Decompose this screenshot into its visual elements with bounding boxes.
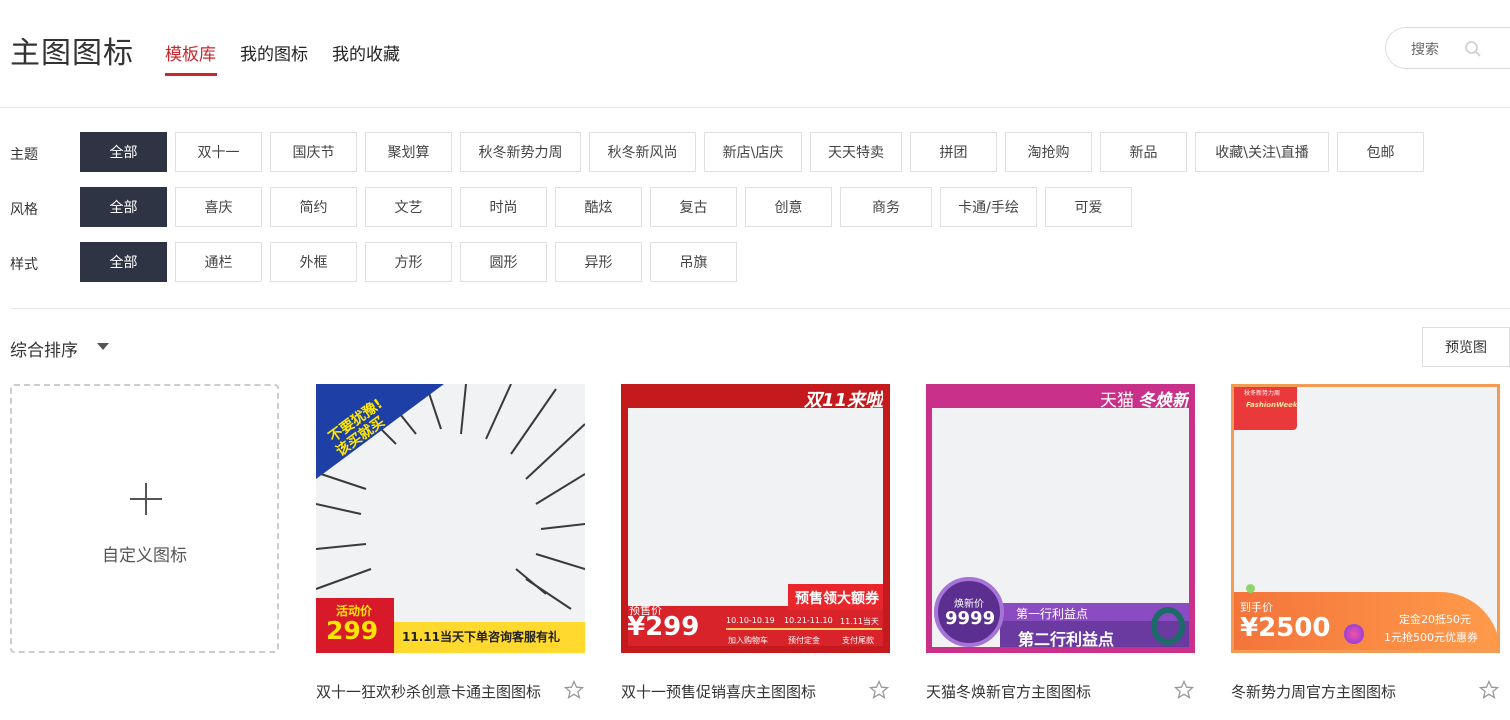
tab-my-icons[interactable]: 我的图标: [240, 40, 308, 65]
active-tab-underline: [165, 73, 217, 76]
corner-text-b: FashionWeek: [1246, 401, 1298, 409]
custom-icon-label: 自定义图标: [102, 546, 187, 566]
divider: [10, 308, 1510, 309]
filter-chip-shape[interactable]: 外框: [270, 242, 357, 282]
promo-line2: 1元抢500元优惠券: [1384, 631, 1478, 644]
corner-text: 双11来啦: [804, 390, 884, 411]
custom-icon-card[interactable]: 自定义图标: [10, 384, 279, 653]
template-thumbnail[interactable]: 双11来啦 预售领大额券 预售价 ¥299 10.10-10.19 10.21-…: [621, 384, 890, 653]
star-icon[interactable]: [564, 680, 584, 700]
filter-chip-theme[interactable]: 收藏\关注\直播: [1195, 132, 1329, 172]
corner-text-a: 天猫: [1100, 391, 1134, 411]
template-title[interactable]: 双十一预售促销喜庆主图图标: [621, 681, 816, 702]
template-title[interactable]: 冬新势力周官方主图图标: [1231, 681, 1396, 702]
corner-text-a: 秋冬新势力周: [1244, 390, 1281, 397]
filter-label-shape: 样式: [10, 257, 38, 273]
price-value: ¥2500: [1240, 613, 1331, 643]
template-thumbnail[interactable]: 天猫 冬焕新 第一行利益点 第二行利益点 焕新价 9999: [926, 384, 1195, 653]
filter-chip-style[interactable]: 商务: [840, 187, 932, 227]
filter-chip-theme[interactable]: 全部: [80, 132, 167, 172]
search-box[interactable]: 搜索: [1385, 27, 1510, 69]
tab-my-favorites[interactable]: 我的收藏: [332, 40, 400, 65]
price-value: 9999: [945, 608, 996, 629]
filter-chip-theme[interactable]: 包邮: [1337, 132, 1424, 172]
filter-chip-theme[interactable]: 双十一: [175, 132, 262, 172]
star-icon[interactable]: [1479, 680, 1499, 700]
filter-chip-shape[interactable]: 吊旗: [650, 242, 737, 282]
ring-decoration: [1151, 607, 1185, 645]
step-label: 加入购物车: [728, 636, 768, 645]
header: 主图图标 模板库 我的图标 我的收藏 搜索: [0, 0, 1510, 108]
step-date: 10.10-10.19: [726, 616, 775, 625]
preview-button[interactable]: 预览图: [1422, 327, 1510, 367]
search-label: 搜索: [1411, 42, 1439, 58]
template-title[interactable]: 天猫冬焕新官方主图图标: [926, 681, 1091, 702]
template-card[interactable]: 不要犹豫! 该买就买 活动价 299 11.11当天下单咨询客服有礼 双十一狂欢…: [316, 384, 585, 701]
filter-chip-theme[interactable]: 天天特卖: [810, 132, 902, 172]
filter-chip-theme[interactable]: 新店\店庆: [704, 132, 802, 172]
page-title: 主图图标: [10, 36, 134, 71]
step-label: 预付定金: [788, 636, 820, 645]
template-thumbnail[interactable]: 秋冬新势力周 FashionWeek 到手价 ¥2500 定金20抵50元 1元…: [1231, 384, 1500, 653]
template-card[interactable]: 双11来啦 预售领大额券 预售价 ¥299 10.10-10.19 10.21-…: [621, 384, 890, 701]
filter-chip-theme[interactable]: 淘抢购: [1005, 132, 1092, 172]
filter-chip-shape[interactable]: 圆形: [460, 242, 547, 282]
sort-dropdown[interactable]: 综合排序: [10, 336, 78, 361]
filter-chip-theme[interactable]: 秋冬新势力周: [460, 132, 581, 172]
benefit-line1: 第一行利益点: [1016, 607, 1089, 621]
plus-icon: [130, 483, 162, 515]
filter-chip-style[interactable]: 文艺: [365, 187, 452, 227]
filter-chip-style[interactable]: 喜庆: [175, 187, 262, 227]
filter-chip-shape[interactable]: 通栏: [175, 242, 262, 282]
filter-chip-style[interactable]: 可爱: [1045, 187, 1132, 227]
template-thumbnail[interactable]: 不要犹豫! 该买就买 活动价 299 11.11当天下单咨询客服有礼: [316, 384, 585, 653]
filter-label-style: 风格: [10, 202, 38, 218]
step-date: 10.21-11.10: [784, 616, 833, 625]
template-title[interactable]: 双十一狂欢秒杀创意卡通主图图标: [316, 681, 541, 702]
filter-chip-theme[interactable]: 新品: [1100, 132, 1187, 172]
caret-down-icon[interactable]: [97, 343, 109, 350]
price-value: ¥299: [627, 612, 700, 642]
filter-chip-style[interactable]: 酷炫: [555, 187, 642, 227]
step-date: 11.11当天: [840, 617, 879, 626]
green-dot: [1246, 584, 1255, 593]
filter-chip-style[interactable]: 全部: [80, 187, 167, 227]
tab-template-library[interactable]: 模板库: [165, 40, 216, 65]
promo-slogan: 11.11当天下单咨询客服有礼: [402, 630, 560, 644]
filter-chip-style[interactable]: 复古: [650, 187, 737, 227]
filter-chip-style[interactable]: 卡通/手绘: [940, 187, 1037, 227]
promo-line1: 定金20抵50元: [1399, 613, 1471, 626]
filter-chip-shape[interactable]: 全部: [80, 242, 167, 282]
filter-chip-style[interactable]: 创意: [745, 187, 832, 227]
star-icon[interactable]: [1174, 680, 1194, 700]
orb-decoration: [1344, 624, 1364, 644]
filter-chip-theme[interactable]: 拼团: [910, 132, 997, 172]
filter-chip-theme[interactable]: 秋冬新风尚: [589, 132, 696, 172]
filter-chip-shape[interactable]: 方形: [365, 242, 452, 282]
search-icon[interactable]: [1464, 40, 1482, 58]
progress-line: [726, 628, 882, 630]
filter-chip-theme[interactable]: 聚划算: [365, 132, 452, 172]
template-card[interactable]: 天猫 冬焕新 第一行利益点 第二行利益点 焕新价 9999 天猫冬焕新官方主图图…: [926, 384, 1195, 701]
filter-chip-shape[interactable]: 异形: [555, 242, 642, 282]
template-card[interactable]: 秋冬新势力周 FashionWeek 到手价 ¥2500 定金20抵50元 1元…: [1231, 384, 1500, 701]
filter-chip-theme[interactable]: 国庆节: [270, 132, 357, 172]
filter-chip-style[interactable]: 简约: [270, 187, 357, 227]
benefit-line2: 第二行利益点: [1018, 630, 1115, 649]
coupon-text: 预售领大额券: [795, 591, 879, 607]
corner-text-b: 冬焕新: [1138, 391, 1189, 411]
step-label: 支付尾款: [842, 636, 874, 645]
star-icon[interactable]: [869, 680, 889, 700]
price-value: 299: [326, 616, 379, 645]
filter-chip-style[interactable]: 时尚: [460, 187, 547, 227]
filter-label-theme: 主题: [10, 147, 38, 163]
